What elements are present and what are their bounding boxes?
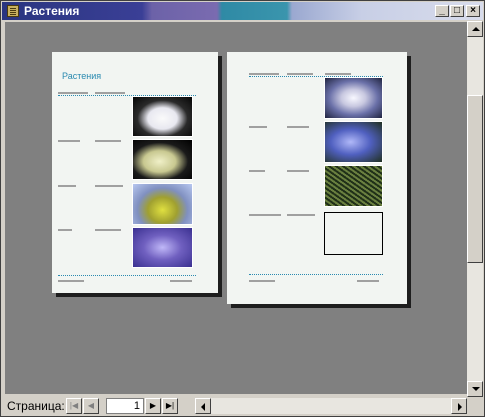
footer-separator: [249, 274, 383, 275]
record-field: [95, 229, 121, 231]
record-field: [58, 185, 76, 187]
arrow-right-icon: [458, 403, 462, 411]
page-header-text: [95, 92, 125, 94]
record-field: [249, 214, 281, 216]
flower-photo: [132, 139, 193, 180]
print-preview-area[interactable]: Растения: [5, 22, 467, 394]
maximize-button[interactable]: □: [450, 5, 464, 17]
record-field: [287, 126, 309, 128]
flower-photo: [132, 96, 193, 137]
vertical-scrollbar[interactable]: [467, 21, 483, 397]
first-page-icon: |◀: [69, 401, 79, 410]
page-label: Страница:: [7, 399, 65, 413]
scroll-up-button[interactable]: [467, 21, 483, 37]
report-page-2: [227, 52, 407, 304]
arrow-down-icon: [472, 387, 480, 391]
record-field: [287, 170, 309, 172]
first-page-button[interactable]: |◀: [66, 398, 82, 414]
arrow-up-icon: [472, 27, 480, 31]
flower-photo: [324, 121, 383, 163]
empty-photo-frame: [324, 212, 383, 255]
scroll-thumb[interactable]: [467, 95, 483, 263]
flower-photo: [132, 183, 193, 225]
scroll-down-button[interactable]: [467, 381, 483, 397]
record-field: [287, 214, 315, 216]
footer-separator: [58, 275, 196, 276]
report-page-1: Растения: [52, 52, 218, 293]
flower-photo: [132, 227, 193, 268]
record-field: [58, 140, 80, 142]
scroll-left-button[interactable]: [195, 398, 211, 414]
page-footer-date: [58, 280, 84, 282]
page-header-text: [249, 73, 279, 75]
next-page-icon: ▶: [149, 401, 157, 410]
report-icon: [7, 5, 19, 17]
title-bar[interactable]: Растения _ □ ×: [2, 2, 483, 20]
page-footer-date: [249, 280, 275, 282]
scroll-right-button[interactable]: [451, 398, 467, 414]
prev-page-icon: ◀: [87, 401, 95, 410]
window-title: Растения: [24, 4, 80, 18]
page-number-input[interactable]: 1: [106, 398, 144, 414]
prev-page-button[interactable]: ◀: [83, 398, 99, 414]
record-field: [249, 126, 267, 128]
page-header-text: [325, 73, 351, 75]
page-footer-number: [170, 280, 192, 282]
page-footer-number: [357, 280, 379, 282]
report-preview-window: Растения _ □ × Растения Страница: |◀ ◀ 1…: [0, 0, 485, 417]
record-field: [95, 185, 123, 187]
record-field: [58, 229, 72, 231]
next-page-button[interactable]: ▶: [145, 398, 161, 414]
horizontal-scrollbar[interactable]: [195, 398, 467, 414]
last-page-button[interactable]: ▶|: [162, 398, 178, 414]
page-header-text: [287, 73, 313, 75]
page-header-text: [58, 92, 88, 94]
flower-photo: [324, 77, 383, 119]
fern-photo: [324, 165, 383, 207]
close-button[interactable]: ×: [466, 5, 480, 17]
arrow-left-icon: [201, 403, 205, 411]
last-page-icon: ▶|: [165, 401, 175, 410]
record-field: [95, 140, 121, 142]
navigation-bar: Страница: |◀ ◀ 1 ▶ ▶|: [2, 397, 483, 415]
minimize-button[interactable]: _: [435, 5, 449, 17]
report-title: Растения: [62, 71, 102, 81]
record-field: [249, 170, 265, 172]
